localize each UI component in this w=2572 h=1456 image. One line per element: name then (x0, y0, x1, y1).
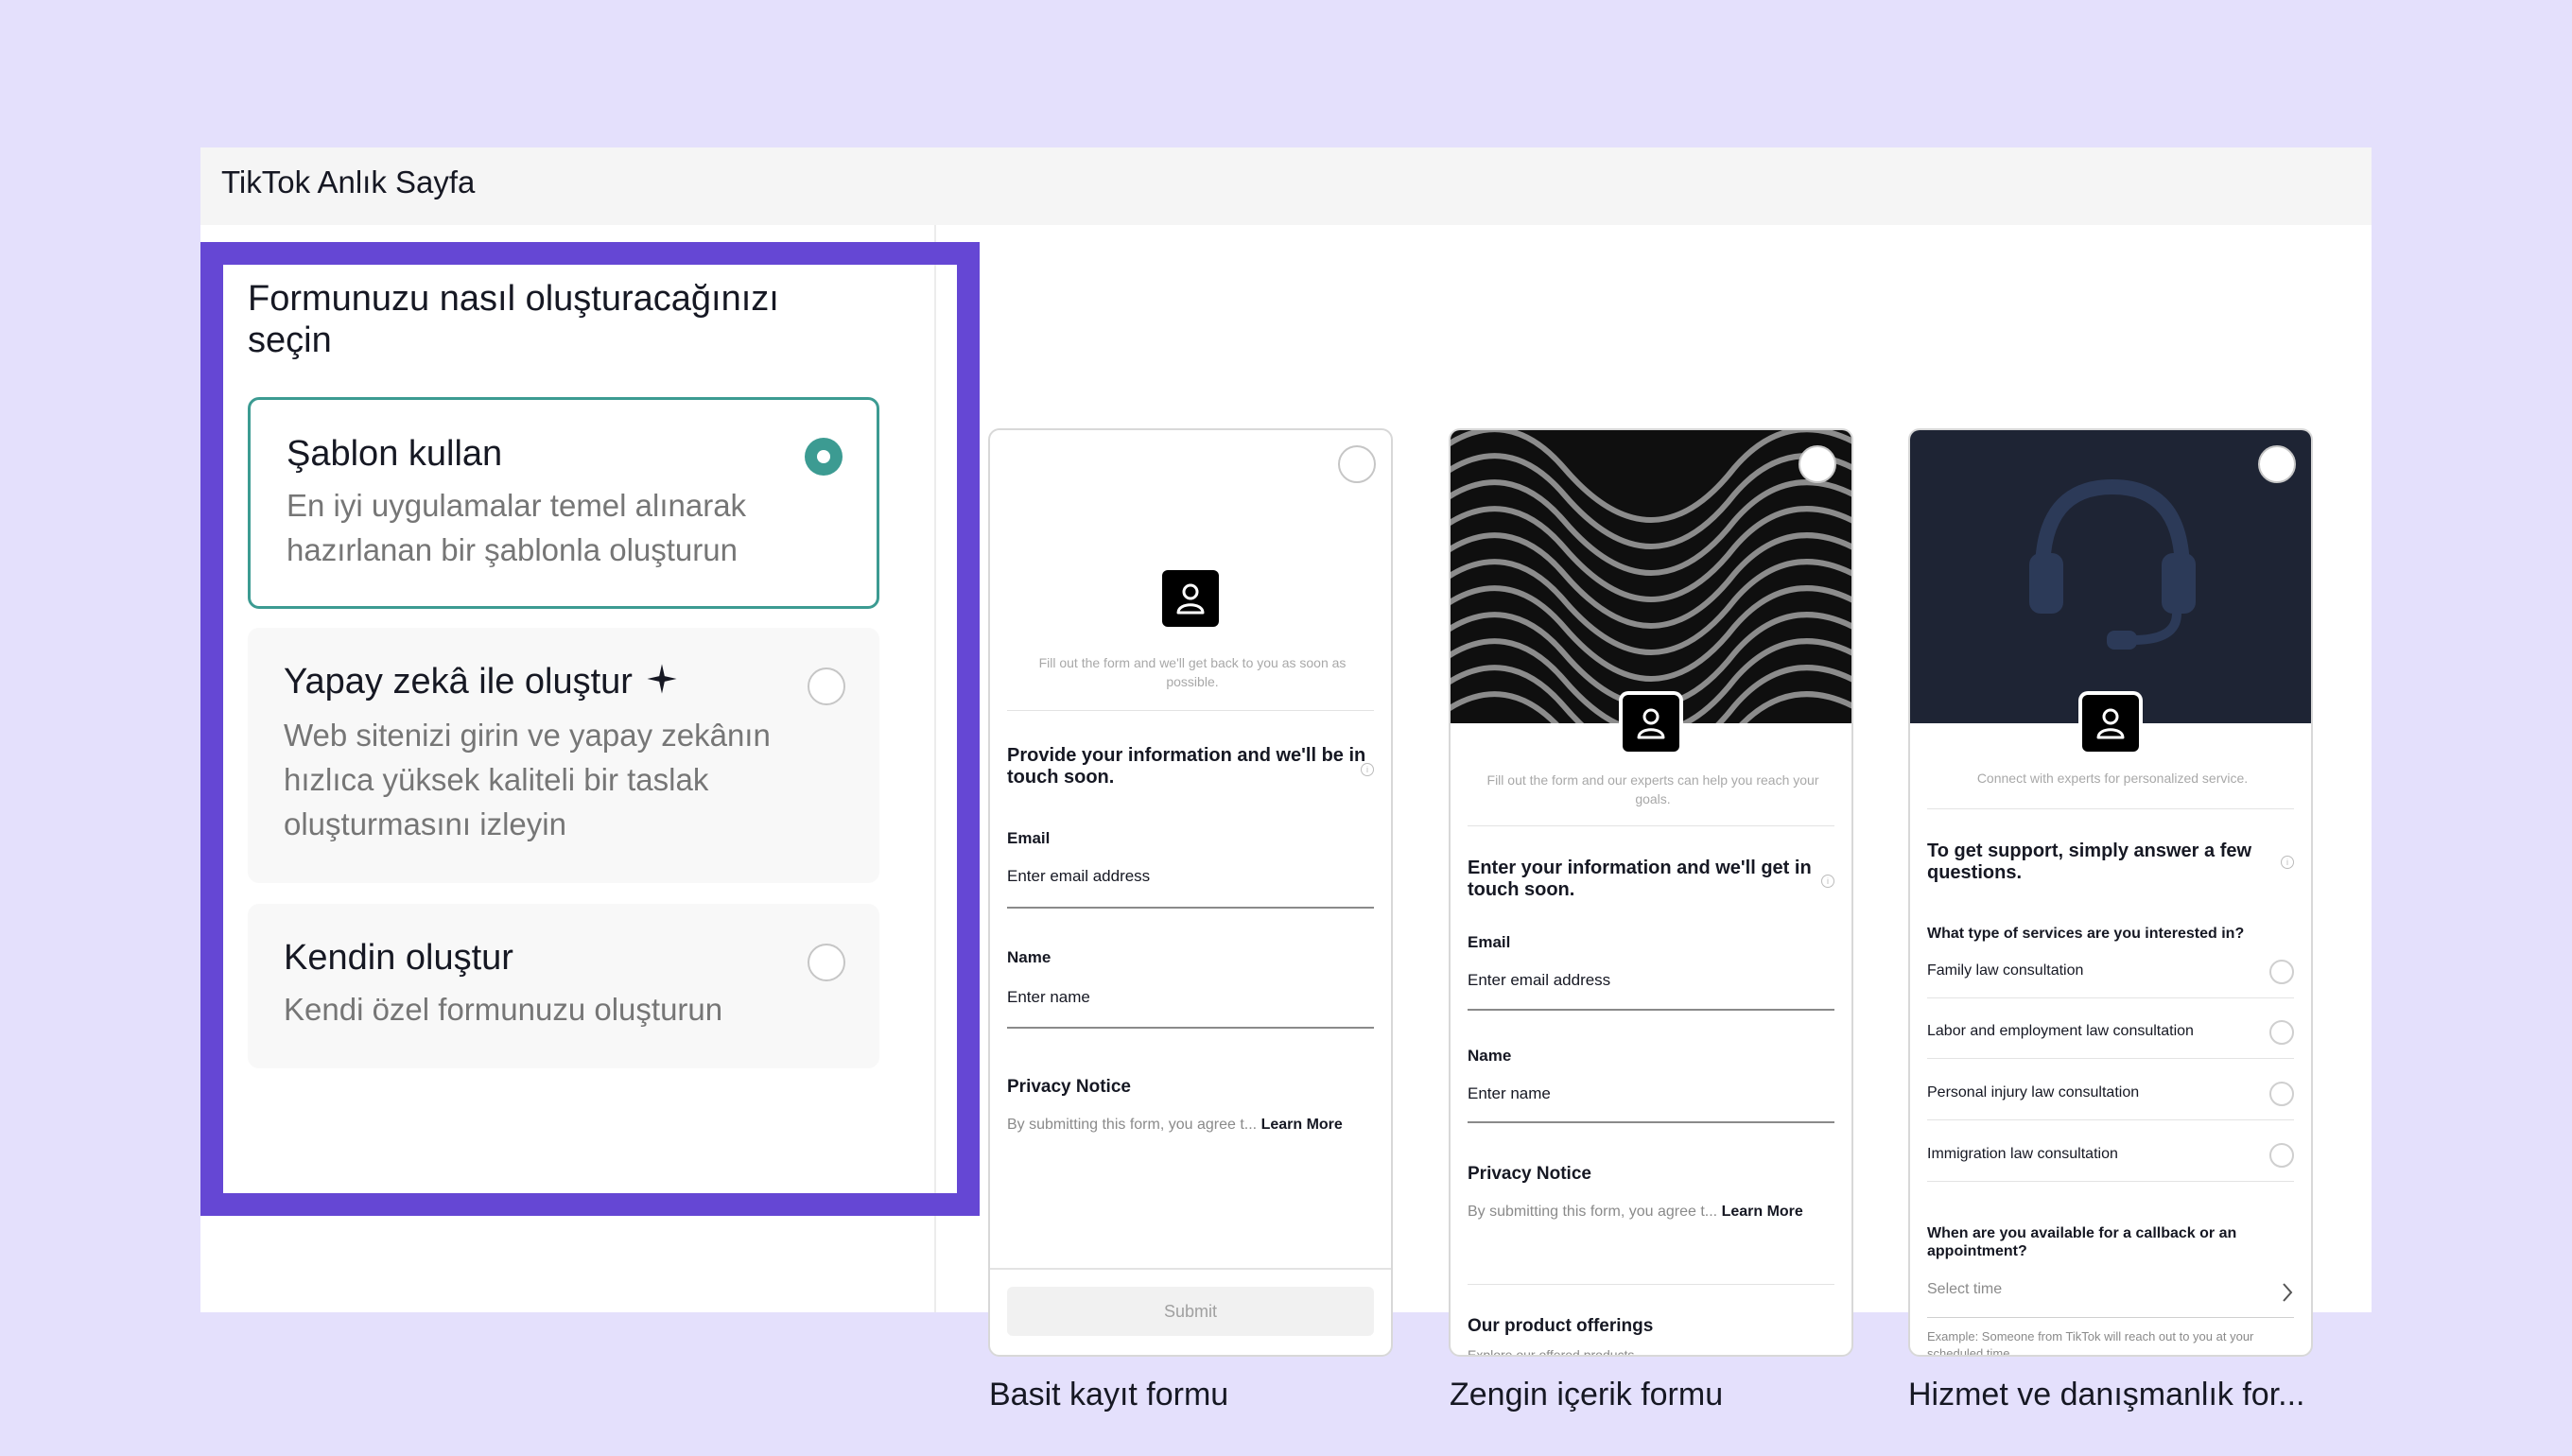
email-underline (1468, 1009, 1834, 1011)
offerings-subtitle: Explore our offered products (1468, 1347, 1635, 1357)
window-title: TikTok Anlık Sayfa (221, 165, 476, 199)
option-title-row: Yapay zekâ ile oluştur (284, 662, 678, 704)
learn-more-link[interactable]: Learn More (1261, 1117, 1343, 1133)
example-hint: Example: Someone from TikTok will reach … (1927, 1329, 2254, 1357)
option-title: Yapay zekâ ile oluştur (284, 662, 633, 702)
option-radio-selected[interactable] (805, 438, 843, 476)
divider (1007, 710, 1374, 711)
privacy-title: Privacy Notice (1468, 1164, 1591, 1184)
template-caption: Basit kayıt formu (989, 1377, 1229, 1413)
choice-radio[interactable] (2269, 1020, 2294, 1045)
choice-label: Personal injury law consultation (1927, 1084, 2140, 1101)
wave-pattern-image (1451, 430, 1851, 723)
option-ai-create[interactable]: Yapay zekâ ile oluştur Web sitenizi giri… (248, 628, 879, 883)
select-time-input[interactable]: Select time (1927, 1281, 2002, 1298)
form-avatar-icon (1623, 695, 1679, 752)
app-window: TikTok Anlık Sayfa Formunuzu nasıl oluşt… (200, 147, 2372, 1413)
template-card-service[interactable]: Connect with experts for personalized se… (1908, 428, 2313, 1357)
template-card-rich[interactable]: Fill out the form and our experts can he… (1449, 428, 1853, 1357)
name-underline (1007, 1027, 1374, 1029)
option-radio[interactable] (808, 944, 845, 981)
choice-radio[interactable] (2269, 1082, 2294, 1106)
panel-title: Formunuzu nasıl oluşturacağınızı seçin (248, 279, 779, 360)
choice-label: Family law consultation (1927, 962, 2084, 979)
question-availability: When are you available for a callback or… (1927, 1225, 2237, 1259)
form-heading: Enter your information and we'll get in … (1468, 858, 1812, 900)
info-icon: i (1361, 763, 1374, 776)
footer-divider (990, 1268, 1391, 1270)
template-select-radio[interactable] (1338, 445, 1376, 483)
name-label: Name (1007, 948, 1051, 966)
email-input[interactable]: Enter email address (1007, 867, 1150, 886)
form-avatar-icon (1162, 570, 1219, 627)
sparkle-icon (646, 663, 678, 704)
email-underline (1007, 907, 1374, 909)
form-subtitle: Connect with experts for personalized se… (1976, 771, 2249, 786)
template-caption: Hizmet ve danışmanlık for... (1908, 1377, 2305, 1413)
headset-image (1910, 430, 2311, 723)
choice-label: Immigration law consultation (1927, 1146, 2118, 1162)
option-build-yourself[interactable]: Kendin oluştur Kendi özel formunuzu oluş… (248, 904, 879, 1068)
form-heading: To get support, simply answer a few ques… (1927, 841, 2252, 883)
divider (1927, 808, 2294, 809)
option-description: Kendi özel formunuzu oluşturun (284, 992, 723, 1027)
privacy-text-body: By submitting this form, you agree t... (1007, 1117, 1258, 1133)
choice-radio[interactable] (2269, 960, 2294, 984)
info-icon: i (1821, 875, 1834, 888)
divider (1468, 1284, 1834, 1285)
option-description: Web sitenizi girin ve yapay zekânın hızl… (284, 718, 771, 841)
divider (1468, 825, 1834, 826)
submit-button[interactable]: Submit (1007, 1287, 1374, 1336)
divider (1927, 1058, 2294, 1059)
choice-label: Labor and employment law consultation (1927, 1023, 2194, 1039)
email-input[interactable]: Enter email address (1468, 971, 1610, 990)
divider (1927, 997, 2294, 998)
privacy-text-body: By submitting this form, you agree t... (1468, 1204, 1718, 1220)
template-card-basic[interactable]: Fill out the form and we'll get back to … (988, 428, 1393, 1357)
option-radio[interactable] (808, 667, 845, 705)
privacy-text: By submitting this form, you agree t... … (1007, 1117, 1343, 1134)
option-description: En iyi uygulamalar temel alınarak hazırl… (287, 488, 747, 567)
name-input[interactable]: Enter name (1468, 1084, 1551, 1103)
option-title: Kendin oluştur (284, 938, 513, 978)
email-label: Email (1468, 933, 1511, 951)
form-subtitle: Fill out the form and we'll get back to … (1038, 655, 1347, 689)
email-label: Email (1007, 829, 1051, 847)
template-caption: Zengin içerik formu (1450, 1377, 1724, 1413)
select-underline (1927, 1317, 2294, 1318)
choice-radio[interactable] (2269, 1143, 2294, 1168)
privacy-title: Privacy Notice (1007, 1077, 1131, 1097)
template-select-radio[interactable] (1799, 445, 1836, 483)
privacy-text: By submitting this form, you agree t... … (1468, 1204, 1803, 1221)
divider (1927, 1119, 2294, 1120)
name-input[interactable]: Enter name (1007, 988, 1090, 1007)
template-select-radio[interactable] (2258, 445, 2296, 483)
learn-more-link[interactable]: Learn More (1722, 1204, 1803, 1220)
option-use-template[interactable]: Şablon kullan En iyi uygulamalar temel a… (248, 397, 879, 609)
title-bar: TikTok Anlık Sayfa (200, 147, 2372, 225)
question-services: What type of services are you interested… (1927, 926, 2245, 942)
name-underline (1468, 1121, 1834, 1123)
offerings-title: Our product offerings (1468, 1316, 1654, 1336)
info-icon: i (2281, 856, 2294, 869)
form-subtitle: Fill out the form and our experts can he… (1486, 772, 1819, 806)
name-label: Name (1468, 1047, 1512, 1065)
form-heading: Provide your information and we'll be in… (1007, 745, 1366, 788)
chevron-right-icon[interactable] (2281, 1281, 2294, 1304)
option-title: Şablon kullan (287, 434, 503, 474)
divider (1927, 1181, 2294, 1182)
form-avatar-icon (2082, 695, 2139, 752)
